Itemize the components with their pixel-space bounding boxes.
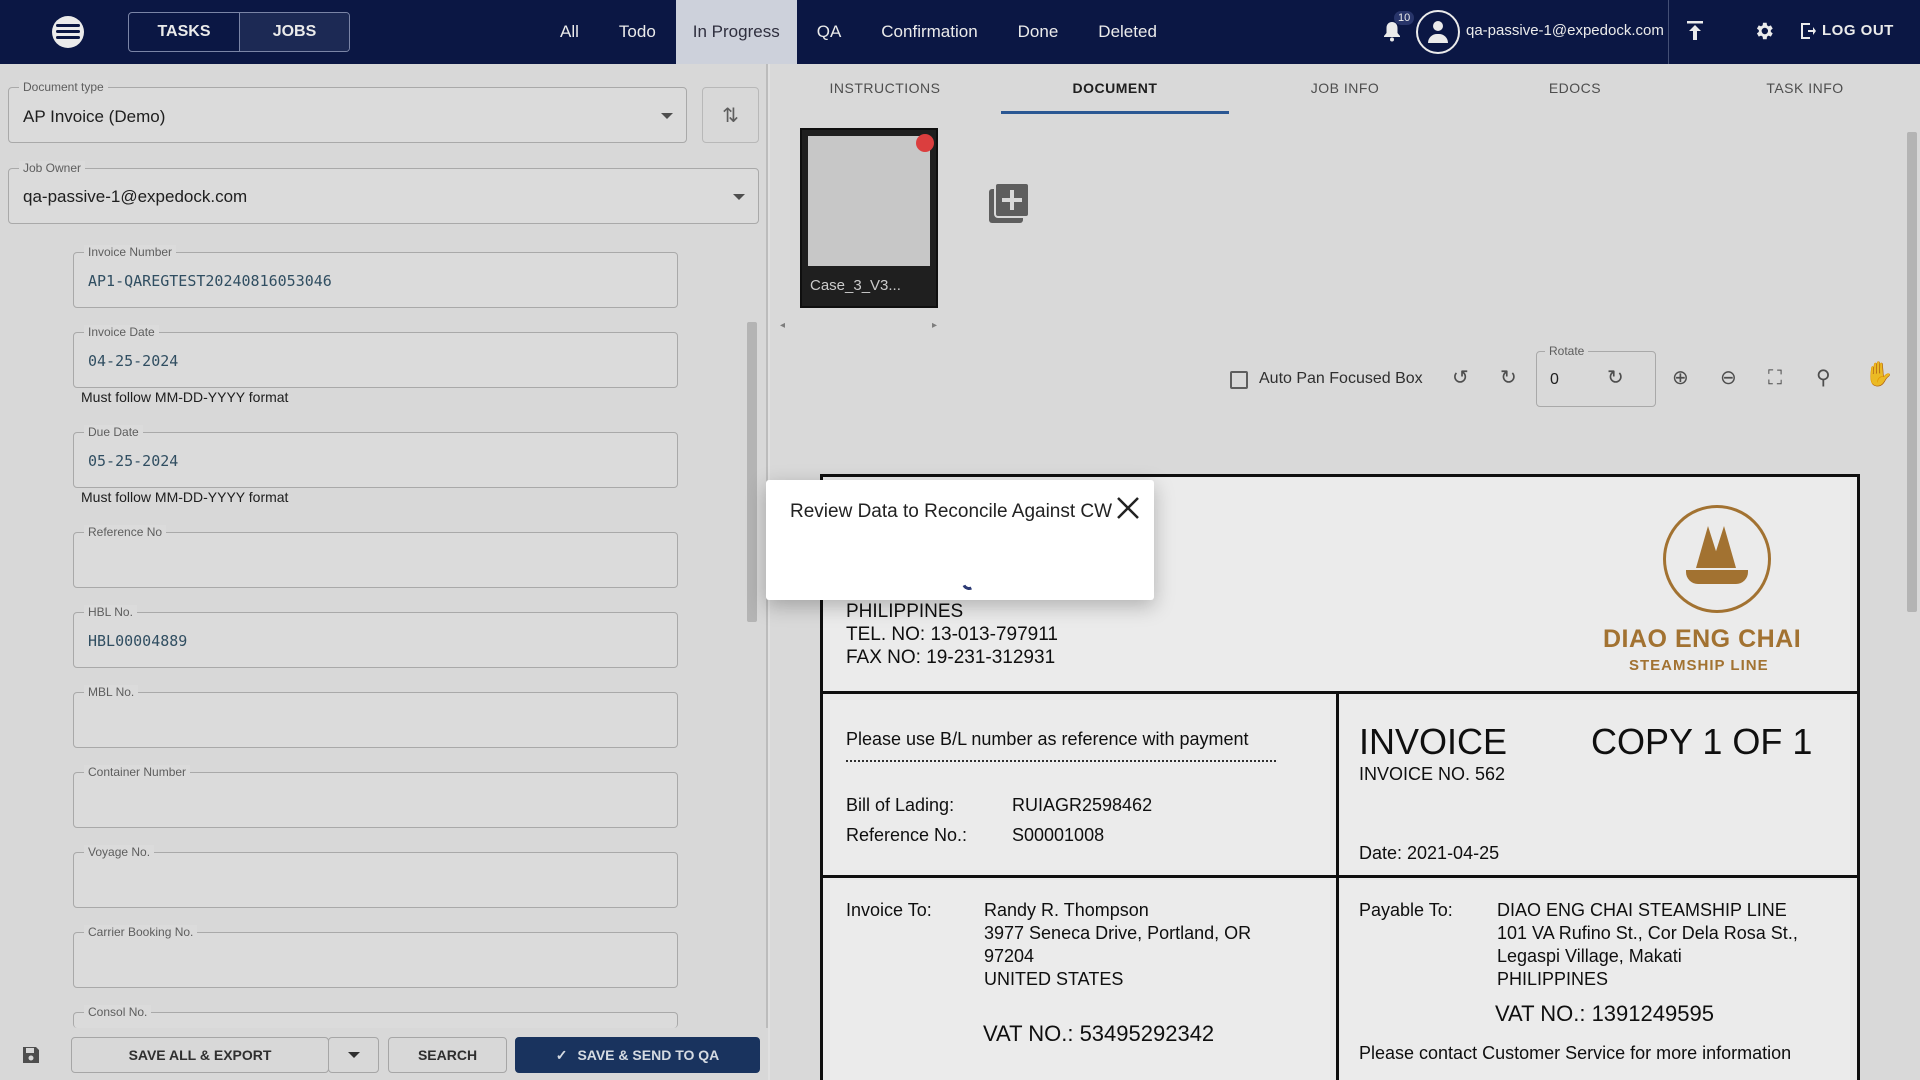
close-icon[interactable] xyxy=(1114,494,1142,522)
loading-spinner-icon xyxy=(960,574,978,592)
reconcile-dialog: Review Data to Reconcile Against CW xyxy=(766,480,1154,600)
dialog-title: Review Data to Reconcile Against CW xyxy=(790,501,1113,522)
